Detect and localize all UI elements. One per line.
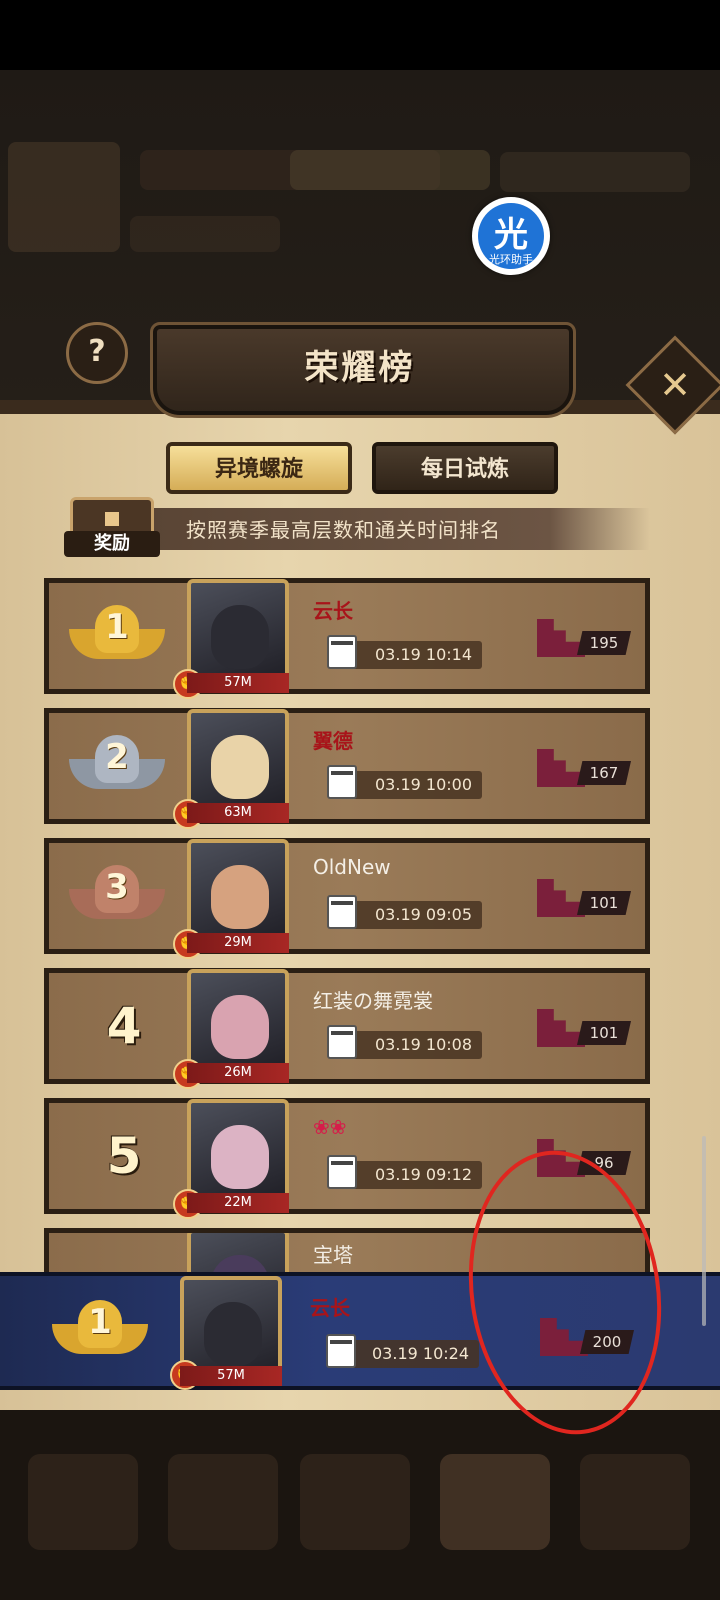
floor-value: 101 [577,891,631,915]
floor-value: 101 [577,1021,631,1045]
power-value: 63M [187,803,289,823]
clear-time: 03.19 10:24 [336,1340,479,1368]
calendar-icon [327,635,357,669]
page-title: 荣耀榜 [304,348,416,388]
stairs-icon [537,749,585,787]
floor-value: 195 [577,631,631,655]
calendar-icon [327,1155,357,1189]
leaderboard-row[interactable]: 3 ✊ 29M OldNew 03.19 09:05 101 [44,838,650,959]
floor-value: 167 [577,761,631,785]
floor-badge: 167 [537,749,633,787]
player-name: 云长 [313,599,353,623]
reward-button[interactable]: 奖励 [64,493,160,563]
leaderboard-row[interactable]: 4 ✊ 26M 红装の舞霓裳 03.19 10:08 101 [44,968,650,1089]
helper-label: 光环助手 [489,253,533,266]
floor-badge: 101 [537,1009,633,1047]
stairs-icon [537,619,585,657]
nav-item-active[interactable] [440,1454,550,1550]
bronze-medal-icon: 3 [69,863,165,933]
player-name: 翼德 [313,729,353,753]
nav-item[interactable] [300,1454,410,1550]
leaderboard-row[interactable]: 2 ✊ 63M 翼德 03.19 10:00 167 [44,708,650,829]
silver-medal-icon: 2 [69,733,165,803]
floor-badge: 101 [537,879,633,917]
power-value: 26M [187,1063,289,1083]
nav-item[interactable] [168,1454,278,1550]
player-name: ❀❀ [313,1115,347,1139]
power-value: 57M [187,673,289,693]
power-value: 22M [187,1193,289,1213]
calendar-icon [327,765,357,799]
tab-daily-trial[interactable]: 每日试炼 [372,442,558,494]
bottom-nav [0,1410,720,1600]
power-value: 29M [187,933,289,953]
stairs-icon [537,879,585,917]
gold-medal-icon: 1 [52,1298,148,1368]
player-name: OldNew [313,855,391,879]
calendar-icon [327,895,357,929]
leaderboard-row[interactable]: 1 ✊ 57M 云长 03.19 10:14 195 [44,578,650,699]
nav-item[interactable] [28,1454,138,1550]
floor-badge: 195 [537,619,633,657]
help-button[interactable]: ? [66,322,128,384]
power-value: 57M [180,1366,282,1386]
helper-glyph: 光 [494,215,528,255]
helper-badge[interactable]: 光 光环助手 [472,197,550,275]
calendar-icon [327,1025,357,1059]
close-icon[interactable]: ✕ [640,350,710,420]
gold-medal-icon: 1 [69,603,165,673]
clear-time: 03.19 09:05 [339,901,482,929]
tab-spiral[interactable]: 异境螺旋 [166,442,352,494]
rank-number: 5 [106,1127,142,1185]
clear-time: 03.19 09:12 [339,1161,482,1189]
ranking-rule-text: 按照赛季最高层数和通关时间排名 [186,518,501,542]
clear-time: 03.19 10:14 [339,641,482,669]
clear-time: 03.19 10:00 [339,771,482,799]
player-name: 红装の舞霓裳 [313,989,433,1013]
player-name: 云长 [310,1296,350,1320]
scrollbar[interactable] [702,1136,706,1326]
clear-time: 03.19 10:08 [339,1031,482,1059]
rank-number: 4 [106,997,142,1055]
stairs-icon [537,1009,585,1047]
calendar-icon [326,1334,356,1368]
player-name: 宝塔 [313,1243,353,1267]
nav-item[interactable] [580,1454,690,1550]
reward-label: 奖励 [64,531,160,557]
